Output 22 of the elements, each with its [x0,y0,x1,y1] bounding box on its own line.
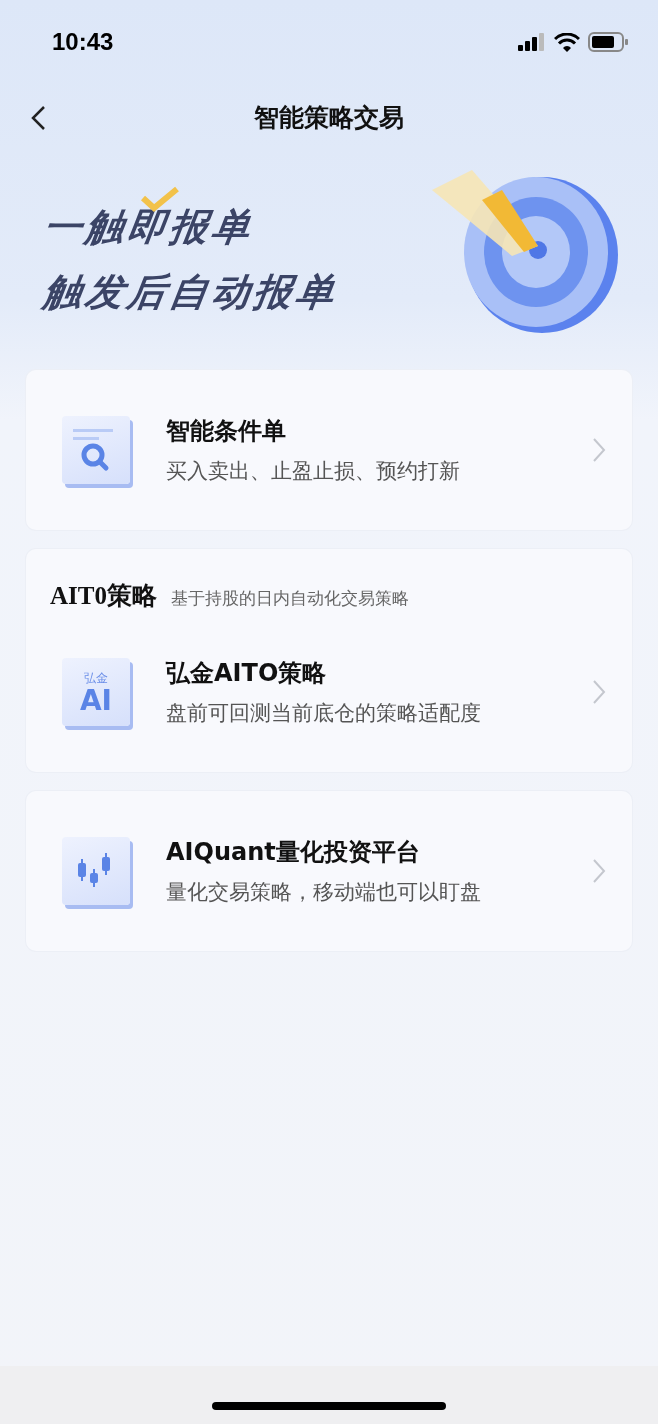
signal-icon [518,33,546,51]
item-title: AIQuant量化投资平台 [166,837,421,868]
strategy-list-item[interactable]: AIQuant量化投资平台 量化交易策略，移动端也可以盯盘 [26,791,632,951]
back-icon[interactable] [30,105,46,131]
item-title: 弘金AITO策略 [166,658,328,689]
item-title: 智能条件单 [166,416,287,447]
chevron-right-icon [592,437,606,463]
status-time: 10:43 [52,28,114,56]
group-title: AIT0策略 [50,581,157,611]
wifi-icon [554,32,580,52]
group-description: 基于持股的日内自动化交易策略 [170,587,409,610]
banner-slogan: 触发后自动报单 [40,269,342,316]
strategy-list-item[interactable]: 智能条件单 买入卖出、止盈止损、预约打新 [26,370,632,530]
item-description: 盘前可回测当前底仓的策略适配度 [166,700,482,727]
battery-icon [588,32,628,52]
banner-slogan: 一触即报单 [40,204,258,251]
strategy-list-item[interactable]: 弘金 AI 弘金AITO策略 盘前可回测当前底仓的策略适配度 [26,612,632,772]
chevron-right-icon [592,679,606,705]
item-description: 量化交易策略，移动端也可以盯盘 [166,879,482,906]
item-description: 买入卖出、止盈止损、预约打新 [166,458,461,485]
page-title: 智能策略交易 [254,101,404,134]
chevron-right-icon [592,858,606,884]
